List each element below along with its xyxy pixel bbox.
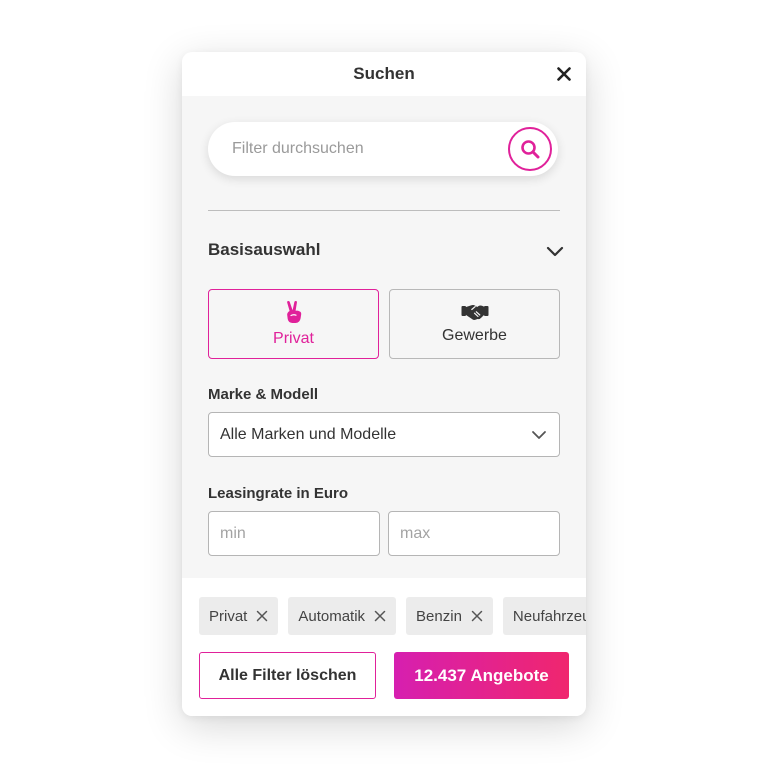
search-input[interactable] <box>232 137 492 161</box>
divider <box>208 210 560 211</box>
modal-footer: Privat Automatik Benzin Neufahrzeug <box>182 578 586 716</box>
brand-model-select[interactable]: Alle Marken und Modelle <box>208 412 560 457</box>
peace-hand-icon <box>286 300 301 323</box>
clear-filters-button[interactable]: Alle Filter löschen <box>199 652 376 699</box>
filter-chip: Privat <box>199 597 279 635</box>
brand-model-value: Alle Marken und Modelle <box>220 426 397 443</box>
filter-chip-label: Benzin <box>416 607 462 625</box>
type-button-gewerbe[interactable]: Gewerbe <box>389 289 560 359</box>
filter-chip-label: Privat <box>209 607 248 625</box>
type-button-label: Privat <box>273 330 314 347</box>
show-results-button[interactable]: 12.437 Angebote <box>394 652 569 699</box>
section-title-basisauswahl: Basisauswahl <box>208 240 321 259</box>
modal-title: Suchen <box>353 64 415 83</box>
leasing-max-input[interactable] <box>388 511 560 556</box>
type-button-label: Gewerbe <box>442 327 507 344</box>
search-filter-modal: Suchen Basisauswahl Privat <box>182 52 586 716</box>
filter-chip-label: Neufahrzeug <box>512 607 586 625</box>
handshake-icon <box>461 304 488 320</box>
search-button[interactable] <box>508 127 552 171</box>
filter-chip: Automatik <box>288 597 397 635</box>
collapse-toggle[interactable] <box>544 242 566 260</box>
close-icon[interactable] <box>256 610 268 622</box>
leasing-rate-label: Leasingrate in Euro <box>208 485 349 502</box>
filter-chip-label: Automatik <box>298 607 366 625</box>
close-button[interactable] <box>552 62 576 86</box>
modal-header: Suchen <box>182 52 586 96</box>
close-icon <box>557 67 571 81</box>
search-box <box>208 122 558 176</box>
close-icon[interactable] <box>471 610 483 622</box>
close-icon[interactable] <box>374 610 386 622</box>
filter-chip: Neufahrzeug <box>502 597 586 635</box>
filter-chip: Benzin <box>406 597 493 635</box>
leasing-min-input[interactable] <box>208 511 380 556</box>
active-filter-chips: Privat Automatik Benzin Neufahrzeug <box>199 597 586 635</box>
brand-model-label: Marke & Modell <box>208 386 319 403</box>
type-button-privat[interactable]: Privat <box>208 289 379 359</box>
chevron-down-icon <box>532 431 546 439</box>
search-icon <box>521 140 540 159</box>
chevron-down-icon <box>546 246 564 257</box>
